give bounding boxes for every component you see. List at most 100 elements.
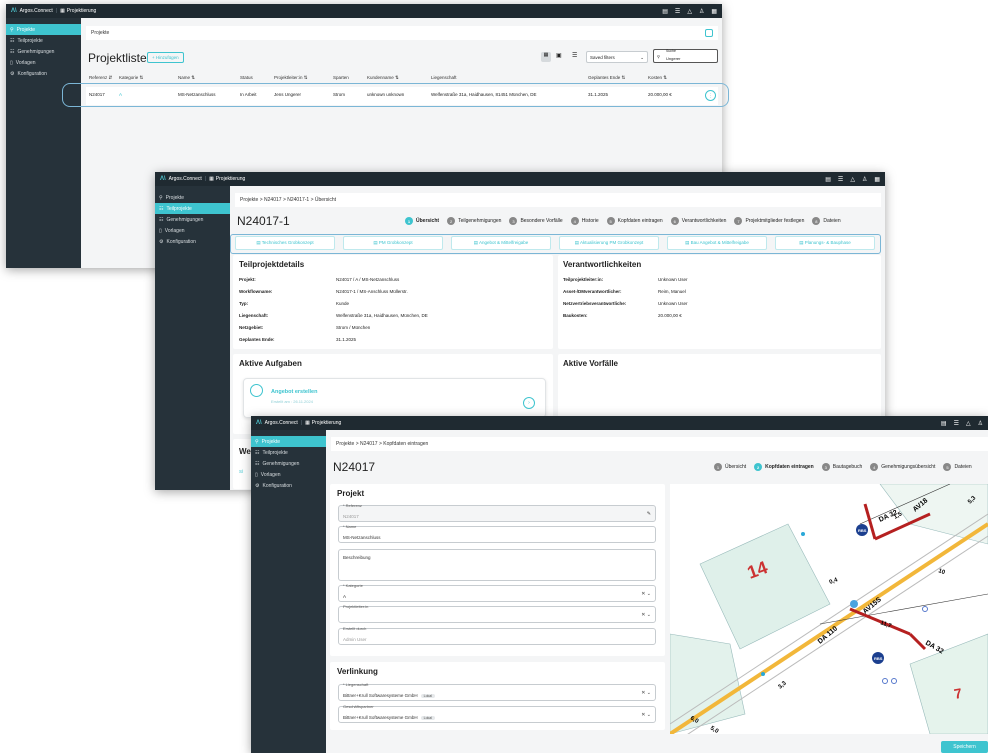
export-icon[interactable] bbox=[705, 29, 713, 37]
step-2[interactable]: 2 Kopfdaten eintragen bbox=[754, 463, 814, 471]
task-arrow-icon[interactable]: › bbox=[523, 397, 535, 409]
bell-icon[interactable]: △ bbox=[966, 420, 971, 427]
column-header-6[interactable]: Kundenname ⇅ bbox=[367, 75, 399, 81]
chevron-down-icon: ⌄ bbox=[640, 55, 644, 60]
sidebar-item-projekte[interactable]: ⚲ Projekte bbox=[155, 192, 230, 203]
view-list-button[interactable]: ☰ bbox=[572, 52, 577, 59]
step-number-icon: 1 bbox=[714, 463, 722, 471]
step-5[interactable]: 5 Dateien bbox=[943, 463, 972, 471]
clear-chevron-icon[interactable]: ✕ ⌄ bbox=[641, 612, 651, 618]
bell-icon[interactable]: △ bbox=[687, 8, 692, 15]
apps-icon[interactable]: ▦ bbox=[874, 176, 880, 183]
clear-chevron-icon[interactable]: ✕ ⌄ bbox=[641, 690, 651, 696]
detail-value: 20.000,00 € bbox=[658, 313, 682, 318]
map-line bbox=[819, 593, 988, 625]
referenz-field: * Referenz N24017 ✎ bbox=[338, 503, 656, 522]
column-header-2[interactable]: Name ⇅ bbox=[178, 75, 195, 81]
brand-name: Argos.Connect bbox=[168, 176, 202, 182]
step-6[interactable]: 6 Verantwortlichkeiten bbox=[670, 217, 726, 225]
column-header-3[interactable]: Status bbox=[240, 75, 253, 80]
list-icon[interactable]: ☰ bbox=[954, 420, 959, 427]
sidebar-item-teilprojekte[interactable]: ☷ Teilprojekte bbox=[251, 447, 326, 458]
detail-label: Geplantes Ende: bbox=[239, 337, 275, 342]
name-field[interactable]: * Name MS-Netzanschluss bbox=[338, 524, 656, 543]
user-icon[interactable]: ♙ bbox=[978, 420, 983, 427]
sidebar-item-genehmigungen[interactable]: ☷ Genehmigungen bbox=[6, 46, 81, 57]
detail-value: Reim, Manuel bbox=[658, 289, 686, 294]
user-icon[interactable]: ♙ bbox=[699, 8, 704, 15]
sidebar-item-genehmigungen[interactable]: ☷ Genehmigungen bbox=[155, 214, 230, 225]
step-5[interactable]: 5 Kopfdaten eintragen bbox=[606, 217, 663, 225]
step-label: Teilgenehmigungen bbox=[458, 218, 502, 224]
apps-icon[interactable]: ▦ bbox=[711, 8, 717, 15]
templates-icon: ▯ bbox=[255, 471, 258, 478]
list-icon[interactable]: ☰ bbox=[838, 176, 843, 183]
step-label: Dateien bbox=[954, 464, 972, 470]
kategorie-select[interactable]: * Kategorie A ✕ ⌄ bbox=[338, 583, 656, 602]
view-table-button[interactable]: ▦ bbox=[541, 52, 551, 62]
point-marker bbox=[801, 532, 805, 536]
links-card: Verlinkung * Liegenschaft Bittner+Krull … bbox=[330, 662, 665, 730]
document-icon[interactable]: ▤ bbox=[825, 176, 831, 183]
step-7[interactable]: 7 Projektmitglieder festlegen bbox=[734, 217, 804, 225]
sidebar-item-projekte[interactable]: ⚲ Projekte bbox=[6, 24, 81, 35]
map-label: RBS bbox=[858, 528, 867, 533]
column-header-7[interactable]: Liegenschaft bbox=[431, 75, 457, 80]
search-field[interactable]: Suche ⚲ Ungerer bbox=[653, 49, 718, 63]
search-input[interactable]: Ungerer bbox=[666, 56, 680, 61]
step-4[interactable]: 4 Historie bbox=[570, 217, 599, 225]
clear-chevron-icon[interactable]: ✕ ⌄ bbox=[641, 591, 651, 597]
saved-filters-select[interactable]: Saved filters ⌄ bbox=[586, 51, 648, 63]
sidebar-item-konfiguration[interactable]: ⚙ Konfiguration bbox=[251, 480, 326, 491]
projektleiter-select[interactable]: Projektleiter:in ✕ ⌄ bbox=[338, 604, 656, 623]
map-label: RBS bbox=[874, 656, 883, 661]
beschreibung-field[interactable]: Beschreibung bbox=[338, 549, 656, 581]
column-header-4[interactable]: Projektleiter:in ⇅ bbox=[274, 75, 308, 81]
detail-label: Workflowname: bbox=[239, 289, 273, 294]
sidebar-item-projekte[interactable]: ⚲ Projekte bbox=[251, 436, 326, 447]
column-header-0[interactable]: Referenz ⇵ bbox=[89, 75, 112, 81]
task-item[interactable]: Angebot erstellen Erstellt am : 26.11.20… bbox=[243, 378, 546, 418]
clear-chevron-icon[interactable]: ✕ ⌄ bbox=[641, 712, 651, 718]
user-icon[interactable]: ♙ bbox=[862, 176, 867, 183]
sidebar-item-konfiguration[interactable]: ⚙ Konfiguration bbox=[6, 68, 81, 79]
geschaeftspartner-select[interactable]: Geschäftspartner Bittner+Krull Softwares… bbox=[338, 704, 656, 723]
page-title: Projektliste bbox=[88, 51, 147, 65]
step-1[interactable]: 1 Übersicht bbox=[405, 217, 439, 225]
sidebar-item-teilprojekte[interactable]: ☷ Teilprojekte bbox=[6, 35, 81, 46]
add-button[interactable]: + Hinzufügen bbox=[147, 52, 184, 63]
workflow-stepper: 1 Übersicht 2 Kopfdaten eintragen 3 Bautagebu… bbox=[714, 463, 972, 471]
step-number-icon: 3 bbox=[821, 463, 830, 471]
detail-label: Netzvertriebsverantwortliche: bbox=[563, 301, 627, 306]
document-icon[interactable]: ▤ bbox=[662, 8, 668, 15]
step-number-icon: 2 bbox=[447, 217, 456, 225]
column-header-1[interactable]: Kategorie ⇅ bbox=[119, 75, 143, 81]
sidebar-item-teilprojekte[interactable]: ☷ Teilprojekte bbox=[155, 203, 230, 214]
save-button[interactable]: Speichern bbox=[941, 741, 988, 753]
step-8[interactable]: 8 Dateien bbox=[812, 217, 841, 225]
detail-value: Unknown User bbox=[658, 301, 688, 306]
config-icon: ⚙ bbox=[10, 70, 15, 77]
step-4[interactable]: 4 Genehmigungsübersicht bbox=[870, 463, 935, 471]
pencil-icon[interactable]: ✎ bbox=[647, 511, 651, 517]
column-header-5[interactable]: Sparten bbox=[333, 75, 349, 80]
sidebar-item-genehmigungen[interactable]: ☷ Genehmigungen bbox=[251, 458, 326, 469]
document-icon[interactable]: ▤ bbox=[941, 420, 947, 427]
step-1[interactable]: 1 Übersicht bbox=[714, 463, 746, 471]
column-header-8[interactable]: Geplantes Ende ⇅ bbox=[588, 75, 625, 81]
step-label: Historie bbox=[581, 218, 599, 224]
sidebar-item-vorlagen[interactable]: ▯ Vorlagen bbox=[6, 57, 81, 68]
list-icon[interactable]: ☰ bbox=[675, 8, 680, 15]
bell-icon[interactable]: △ bbox=[850, 176, 855, 183]
sidebar-item-konfiguration[interactable]: ⚙ Konfiguration bbox=[155, 236, 230, 247]
sidebar-item-vorlagen[interactable]: ▯ Vorlagen bbox=[155, 225, 230, 236]
step-2[interactable]: 2 Teilgenehmigungen bbox=[447, 217, 501, 225]
column-header-9[interactable]: Kosten ⇅ bbox=[648, 75, 667, 81]
liegenschaft-select[interactable]: * Liegenschaft Bittner+Krull Softwaresys… bbox=[338, 682, 656, 701]
view-card-button[interactable]: ▣ bbox=[556, 52, 562, 59]
step-3[interactable]: 3 Besondere Vorfälle bbox=[509, 217, 563, 225]
page-title: N24017-1 bbox=[237, 214, 290, 228]
site-map[interactable]: 14 7 DA 32 AV18 AV15S DA 110 DA 32 11,7 10 6,0 5,0… bbox=[670, 484, 988, 734]
step-3[interactable]: 3 Bautagebuch bbox=[821, 463, 862, 471]
sidebar-item-vorlagen[interactable]: ▯ Vorlagen bbox=[251, 469, 326, 480]
